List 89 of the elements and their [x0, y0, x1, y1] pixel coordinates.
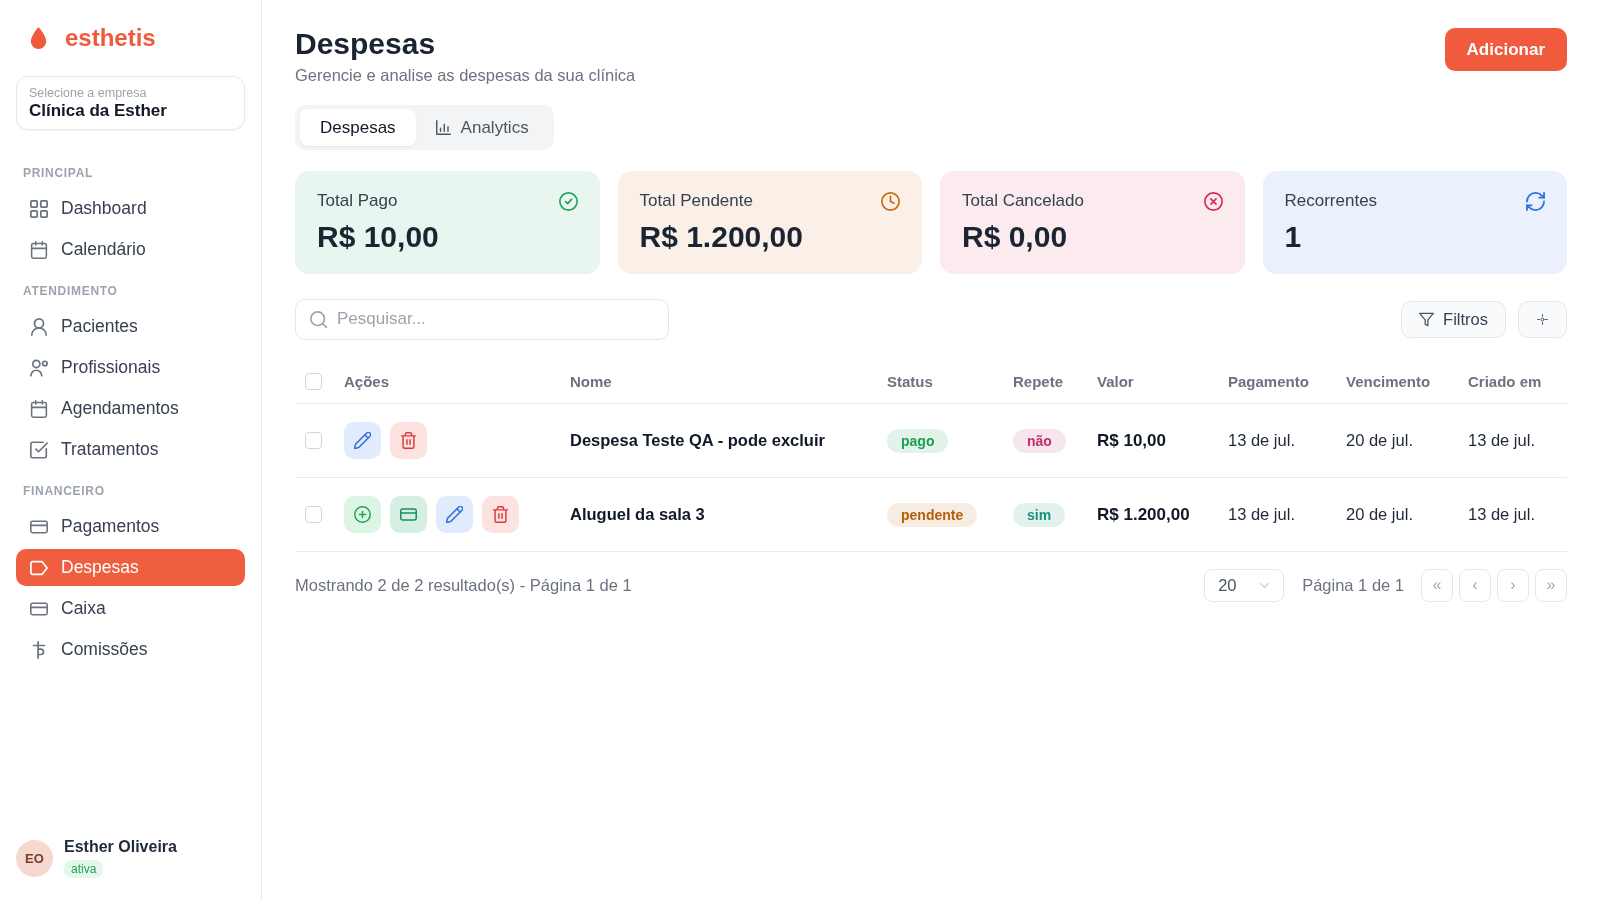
page-subtitle: Gerencie e analise as despesas da sua clínica: [295, 65, 636, 86]
user-status-badge: ativa: [64, 860, 104, 878]
pencil-icon: [446, 506, 463, 523]
chevron-down-icon: [1260, 582, 1270, 588]
filter-button[interactable]: Filtros: [1401, 300, 1506, 338]
table-cell: Aluguel da sala 3: [570, 505, 705, 524]
drop-logo-icon: [30, 27, 47, 49]
section-heading: FINANCEIRO: [22, 483, 106, 500]
column-header: Nome: [570, 372, 612, 390]
table-cell: 13 de jul.: [1228, 431, 1295, 450]
page-size-select[interactable]: 20: [1204, 568, 1285, 602]
nav-item[interactable]: Caixa: [16, 590, 245, 627]
column-header: Valor: [1097, 372, 1134, 390]
card-label: Total Pago: [317, 191, 398, 211]
nav-item[interactable]: Pagamentos: [16, 508, 245, 545]
table-cell: R$ 1.200,00: [1097, 504, 1190, 525]
nav-item[interactable]: Pacientes: [16, 308, 245, 345]
card-icon: [400, 506, 417, 523]
trash-icon: [400, 432, 417, 449]
card-icon: [30, 599, 48, 618]
tag-icon: [30, 558, 48, 577]
repeat-badge: sim: [1013, 502, 1066, 527]
status-badge: pendente: [887, 502, 978, 527]
trash-icon: [492, 506, 509, 523]
page-title: Despesas: [295, 26, 437, 62]
edit-button[interactable]: [344, 422, 381, 459]
search-icon: [310, 310, 327, 328]
company-select[interactable]: Selecione a empresa Clínica da Esther: [16, 76, 245, 130]
calendar-icon: [30, 240, 48, 259]
tab[interactable]: Despesas: [300, 109, 416, 146]
company-name: Clínica da Esther: [29, 101, 167, 121]
tab[interactable]: Analytics: [415, 109, 549, 146]
filter-icon: [1419, 311, 1435, 327]
table-cell: R$ 10,00: [1097, 430, 1166, 451]
checked-box-icon: [30, 440, 48, 459]
card-label: Total Pendente: [639, 191, 753, 211]
column-header: Criado em: [1468, 372, 1542, 390]
card-value: R$ 0,00: [962, 219, 1069, 255]
table-cell: Despesa Teste QA - pode excluir: [570, 431, 825, 450]
column-header: Ações: [344, 372, 390, 390]
card-label: Total Cancelado: [962, 191, 1084, 211]
nav-item[interactable]: Tratamentos: [16, 431, 245, 468]
section-heading: ATENDIMENTO: [22, 283, 119, 300]
status-badge: pago: [887, 428, 949, 453]
column-header: Repete: [1013, 372, 1064, 390]
crosshair-icon: [1537, 313, 1548, 325]
add-payment-button[interactable]: [344, 496, 381, 533]
table-cell: 20 de jul.: [1346, 431, 1413, 450]
delete-button[interactable]: [482, 496, 519, 533]
pay-button[interactable]: [390, 496, 427, 533]
company-select-label: Selecione a empresa: [29, 85, 147, 101]
column-header: Pagamento: [1228, 372, 1309, 390]
people-icon: [30, 358, 48, 377]
plus-circle-icon: [354, 506, 371, 523]
repeat-badge: não: [1013, 428, 1066, 453]
page-indicator: Página 1 de 1: [1302, 575, 1404, 595]
card-value: R$ 10,00: [317, 219, 440, 255]
nav-item[interactable]: Dashboard: [16, 190, 245, 227]
card-label: Recorrentes: [1284, 191, 1378, 211]
table-cell: 13 de jul.: [1228, 505, 1295, 524]
table-cell: 13 de jul.: [1468, 431, 1535, 450]
checkbox[interactable]: [305, 372, 322, 390]
table-cell: 13 de jul.: [1468, 505, 1535, 524]
table-cell: 20 de jul.: [1346, 505, 1413, 524]
search-field[interactable]: Pesquisar...: [295, 298, 669, 340]
user-name: Esther Oliveira: [64, 838, 177, 856]
results-summary: Mostrando 2 de 2 resultado(s) - Página 1 de 1: [295, 575, 632, 595]
person-icon: [30, 317, 48, 336]
grid-icon: [30, 199, 48, 218]
calendar-icon: [30, 399, 48, 418]
nav-item[interactable]: Calendário: [16, 231, 245, 268]
nav-item[interactable]: Comissões: [16, 631, 245, 668]
card-value: R$ 1.200,00: [639, 219, 804, 255]
bar-chart-icon: [435, 120, 451, 135]
section-heading: PRINCIPAL: [22, 165, 95, 182]
card-icon: [30, 517, 48, 536]
checkbox[interactable]: [305, 506, 322, 523]
nav-item[interactable]: Agendamentos: [16, 390, 245, 427]
brand-name: esthetis: [65, 24, 156, 52]
nav-item[interactable]: Profissionais: [16, 349, 245, 386]
edit-button[interactable]: [436, 496, 473, 533]
column-header: Status: [887, 372, 933, 390]
pencil-icon: [354, 432, 371, 449]
currency-icon: [30, 640, 48, 659]
user-avatar: EO: [16, 839, 53, 877]
checkbox[interactable]: [305, 432, 322, 449]
delete-button[interactable]: [390, 422, 427, 459]
column-header: Vencimento: [1346, 372, 1431, 390]
card-value: 1: [1284, 219, 1303, 255]
